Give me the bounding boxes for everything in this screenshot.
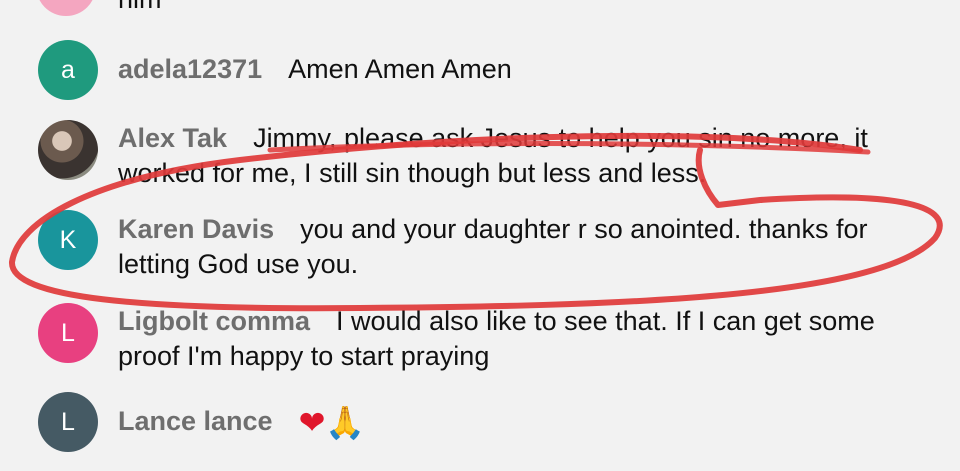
comment-item: Alex Tak Jimmy, please ask Jesus to help …	[0, 118, 960, 190]
avatar[interactable]: L	[38, 392, 98, 452]
folded-hands-icon: 🙏	[325, 404, 366, 441]
comment-item: a adela12371 Amen Amen Amen	[0, 40, 960, 100]
avatar[interactable]: a	[38, 40, 98, 100]
comment-partial: him	[0, 0, 960, 20]
comment-text: Jimmy, please ask Jesus to help you sin …	[118, 123, 868, 188]
comment-item: L Ligbolt comma I would also like to see …	[0, 303, 960, 375]
comment-username[interactable]: Lance lance	[118, 406, 273, 436]
avatar[interactable]	[36, 0, 96, 16]
avatar[interactable]: L	[38, 303, 98, 363]
comment-text: Amen Amen Amen	[288, 54, 512, 84]
comment-username[interactable]: Alex Tak	[118, 123, 227, 153]
avatar-photo[interactable]	[38, 120, 98, 180]
comment-username[interactable]: adela12371	[118, 54, 262, 84]
heart-icon: ❤	[298, 404, 326, 441]
comment-item: K Karen Davis you and your daughter r so …	[0, 208, 960, 280]
comment-item: L Lance lance ❤🙏	[0, 392, 960, 452]
comment-username[interactable]: Karen Davis	[118, 214, 274, 244]
comment-text: him	[118, 0, 930, 17]
avatar[interactable]: K	[38, 210, 98, 270]
comment-username[interactable]: Ligbolt comma	[118, 306, 310, 336]
